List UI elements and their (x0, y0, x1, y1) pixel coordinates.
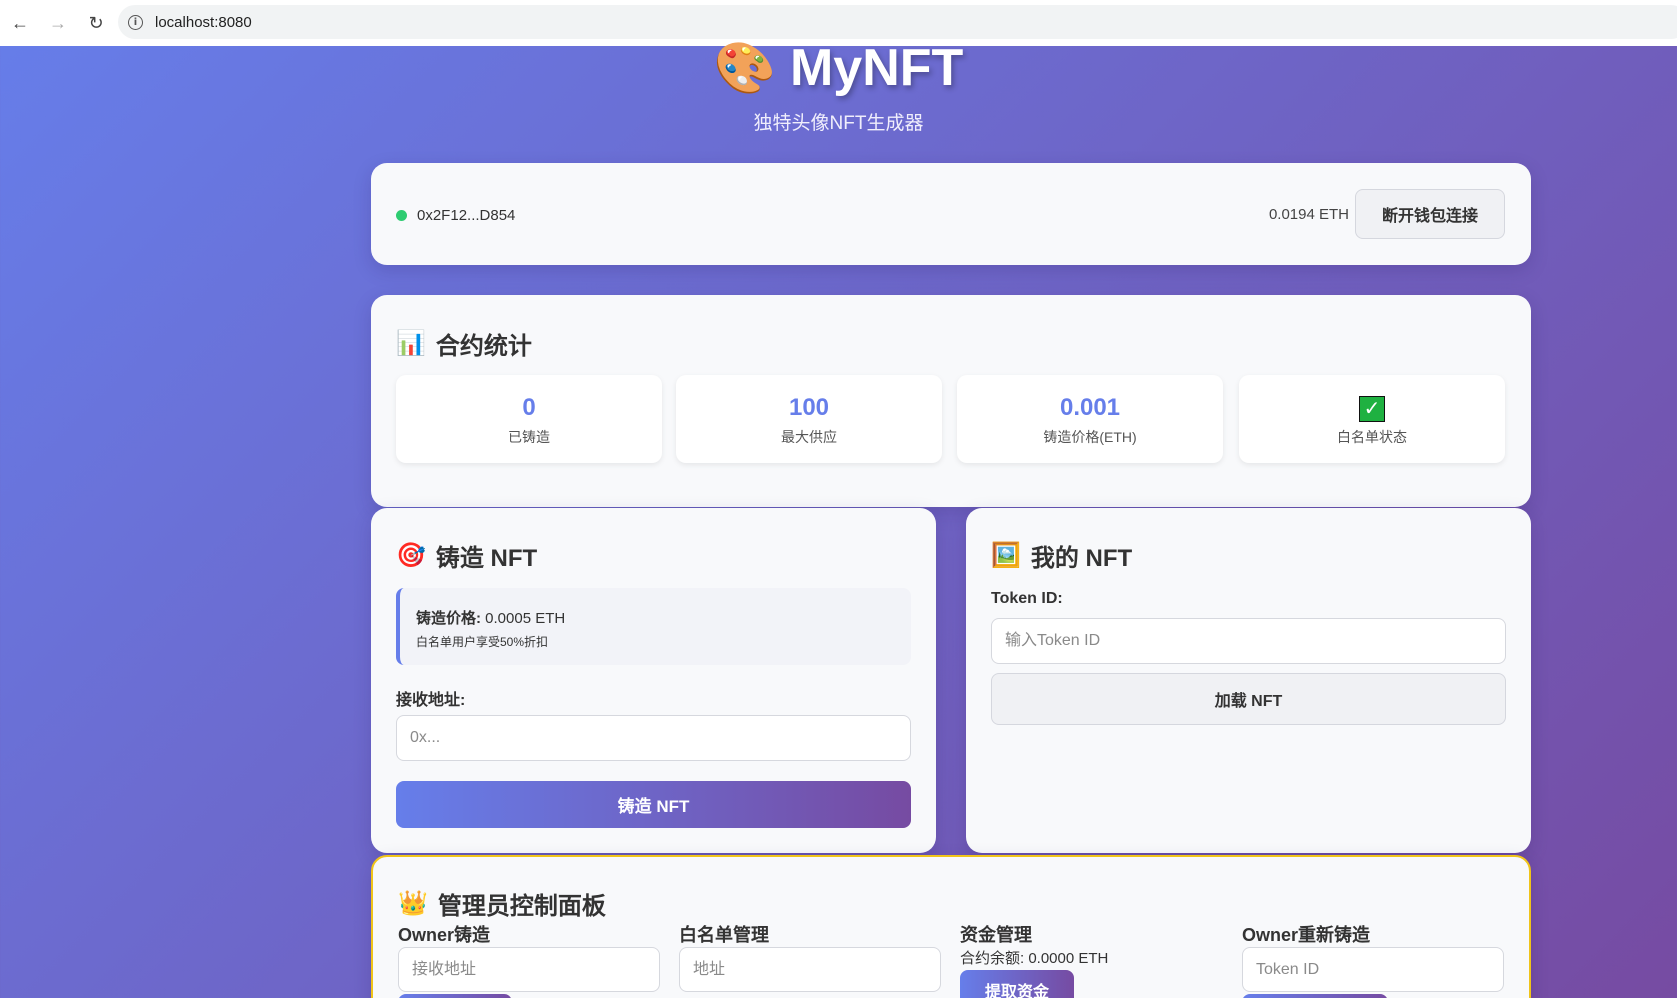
stat-label: 最大供应 (781, 429, 837, 445)
token-id-input[interactable] (991, 618, 1506, 664)
contract-stats-card: 📊 合约统计 0 已铸造 100 最大供应 0.001 铸造价格(ETH) ✓ … (371, 295, 1531, 507)
wallet-status: 0x2F12...D854 (396, 207, 515, 224)
wallet-card: 0x2F12...D854 0.0194 ETH 断开钱包连接 (371, 163, 1531, 265)
whitelist-discount-note: 白名单用户享受50%折扣 (416, 635, 549, 649)
owner-remint-button[interactable] (1242, 994, 1388, 998)
funds-title: 资金管理 (960, 925, 1032, 945)
stat-value: 0.001 (1059, 394, 1121, 421)
wallet-balance: 0.0194 ETH (1268, 205, 1349, 223)
palette-icon: 🎨 (713, 40, 776, 96)
stat-value: 0 (522, 394, 536, 421)
mint-nft-card: 🎯 铸造 NFT 铸造价格: 0.0005 ETH 白名单用户享受50%折扣 接… (371, 508, 936, 853)
owner-mint-button[interactable] (398, 994, 512, 998)
connected-status-icon (396, 210, 407, 221)
load-nft-button[interactable]: 加载 NFT (991, 673, 1506, 725)
stat-label: 已铸造 (508, 429, 550, 445)
bar-chart-icon: 📊 (396, 330, 426, 357)
wallet-address: 0x2F12...D854 (417, 207, 516, 224)
owner-mint-address-input[interactable] (398, 947, 660, 992)
stat-mint-price: 0.001 铸造价格(ETH) (957, 375, 1223, 463)
stat-max-supply: 100 最大供应 (676, 375, 942, 463)
stats-title-text: 合约统计 (435, 333, 532, 360)
stats-section-title: 📊 合约统计 (396, 326, 532, 361)
crown-icon: 👑 (398, 890, 428, 917)
stat-label: 铸造价格(ETH) (1043, 429, 1137, 445)
mint-section-title: 🎯 铸造 NFT (396, 538, 537, 573)
mint-price-line: 铸造价格: 0.0005 ETH (416, 607, 911, 628)
funds-section: 资金管理 合约余额: 0.0000 ETH 提取资金 (960, 921, 1108, 998)
reload-icon[interactable]: ↻ (78, 5, 114, 41)
wallet-actions: 0.0194 ETH 断开钱包连接 (1269, 189, 1505, 239)
mint-price-value: 0.0005 ETH (485, 610, 566, 627)
admin-panel-card: 👑 管理员控制面板 Owner铸造 白名单管理 资金管理 合约余额: 0.000… (371, 855, 1531, 998)
remint-token-id-input[interactable] (1242, 947, 1504, 992)
contract-balance: 合约余额: 0.0000 ETH (960, 950, 1109, 967)
disconnect-wallet-button[interactable]: 断开钱包连接 (1355, 189, 1505, 239)
address-bar[interactable]: i localhost:8080 (118, 5, 1677, 39)
receiver-address-label: 接收地址: (396, 692, 466, 709)
owner-remint-title: Owner重新铸造 (1242, 925, 1371, 945)
site-info-icon[interactable]: i (128, 14, 143, 30)
header-title-row: 🎨 MyNFT (0, 38, 1677, 98)
forward-icon[interactable]: → (40, 5, 76, 41)
stat-value: ✓ (1239, 393, 1505, 423)
my-nft-section-title: 🖼️ 我的 NFT (991, 538, 1132, 573)
stat-whitelist-status: ✓ 白名单状态 (1239, 375, 1505, 463)
mint-title-text: 铸造 NFT (435, 545, 538, 572)
stat-minted: 0 已铸造 (396, 375, 662, 463)
owner-remint-section: Owner重新铸造 (1242, 921, 1504, 998)
mint-nft-button[interactable]: 铸造 NFT (396, 781, 911, 828)
url-text: localhost:8080 (155, 13, 252, 31)
whitelist-title: 白名单管理 (679, 925, 769, 945)
withdraw-funds-button[interactable]: 提取资金 (960, 970, 1074, 998)
admin-title-text: 管理员控制面板 (437, 893, 606, 920)
mint-price-box: 铸造价格: 0.0005 ETH 白名单用户享受50%折扣 (396, 588, 911, 665)
whitelist-address-input[interactable] (679, 947, 941, 992)
stat-value: 100 (788, 394, 830, 421)
stat-label: 白名单状态 (1337, 429, 1407, 445)
whitelist-section: 白名单管理 (679, 921, 941, 992)
owner-mint-title: Owner铸造 (398, 925, 491, 945)
my-nft-title-text: 我的 NFT (1030, 545, 1133, 572)
token-id-label: Token ID: (991, 590, 1063, 607)
back-icon[interactable]: ← (2, 5, 38, 41)
page-subtitle: 独特头像NFT生成器 (753, 113, 924, 134)
check-icon: ✓ (1359, 396, 1385, 422)
my-nft-card: 🖼️ 我的 NFT Token ID: 加载 NFT (966, 508, 1531, 853)
receiver-address-input[interactable] (396, 715, 911, 761)
target-icon: 🎯 (396, 542, 426, 569)
page-title: MyNFT (789, 39, 964, 97)
owner-mint-section: Owner铸造 (398, 921, 660, 998)
admin-section-title: 👑 管理员控制面板 (398, 886, 606, 921)
picture-icon: 🖼️ (991, 542, 1021, 569)
mint-price-label: 铸造价格: (416, 610, 481, 627)
